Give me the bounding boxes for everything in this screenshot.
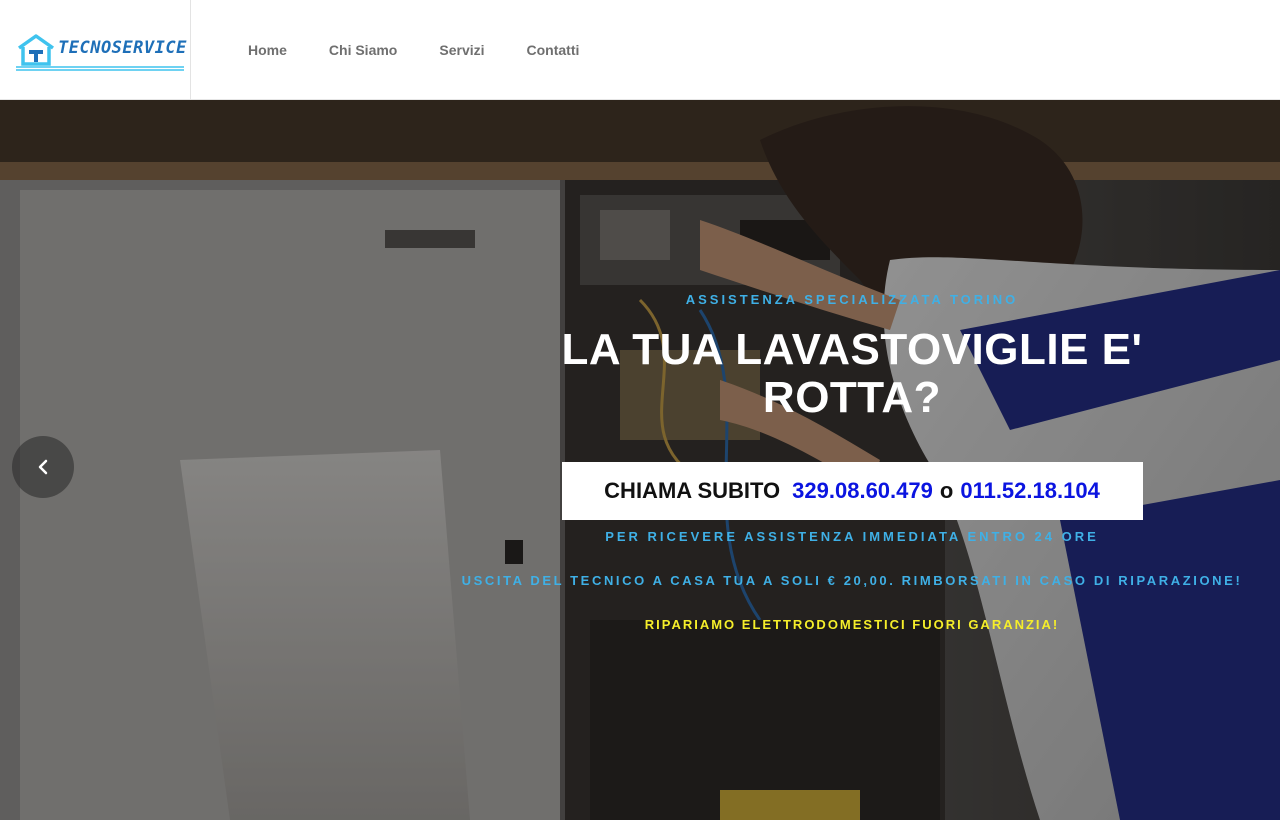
logo-underline — [16, 66, 184, 71]
cta-label: CHIAMA SUBITO — [604, 478, 781, 503]
slider-prev-button[interactable] — [12, 436, 74, 498]
nav-servizi[interactable]: Servizi — [439, 42, 484, 58]
nav-contatti[interactable]: Contatti — [527, 42, 580, 58]
cta-separator: o — [939, 478, 954, 503]
house-logo-icon — [17, 34, 55, 66]
hero-kicker: ASSISTENZA SPECIALIZZATA TORINO — [685, 292, 1019, 307]
hero-content: ASSISTENZA SPECIALIZZATA TORINO LA TUA L… — [460, 290, 1244, 647]
chevron-left-icon — [38, 459, 48, 475]
nav-chi-siamo[interactable]: Chi Siamo — [329, 42, 397, 58]
phone-link-landline[interactable]: 011.52.18.104 — [960, 478, 1099, 504]
nav-home[interactable]: Home — [248, 42, 287, 58]
hero-subline-warranty: RIPARIAMO ELETTRODOMESTICI FUORI GARANZI… — [644, 617, 1060, 632]
logo[interactable]: TECNOSERVICE — [0, 0, 191, 100]
call-to-action-box: CHIAMA SUBITO 329.08.60.479 o 011.52.18.… — [561, 462, 1143, 520]
hero-subline-price: USCITA DEL TECNICO A CASA TUA A SOLI € 2… — [461, 573, 1243, 588]
site-header: TECNOSERVICE Home Chi Siamo Servizi Cont… — [0, 0, 1280, 100]
main-nav: Home Chi Siamo Servizi Contatti — [248, 0, 621, 100]
phone-link-mobile[interactable]: 329.08.60.479 — [792, 478, 933, 504]
logo-wordmark: TECNOSERVICE — [58, 38, 187, 58]
hero-slider: ASSISTENZA SPECIALIZZATA TORINO LA TUA L… — [0, 100, 1280, 820]
hero-subline-24h: PER RICEVERE ASSISTENZA IMMEDIATA ENTRO … — [605, 529, 1099, 544]
hero-headline: LA TUA LAVASTOVIGLIE E' ROTTA? — [561, 325, 1143, 422]
